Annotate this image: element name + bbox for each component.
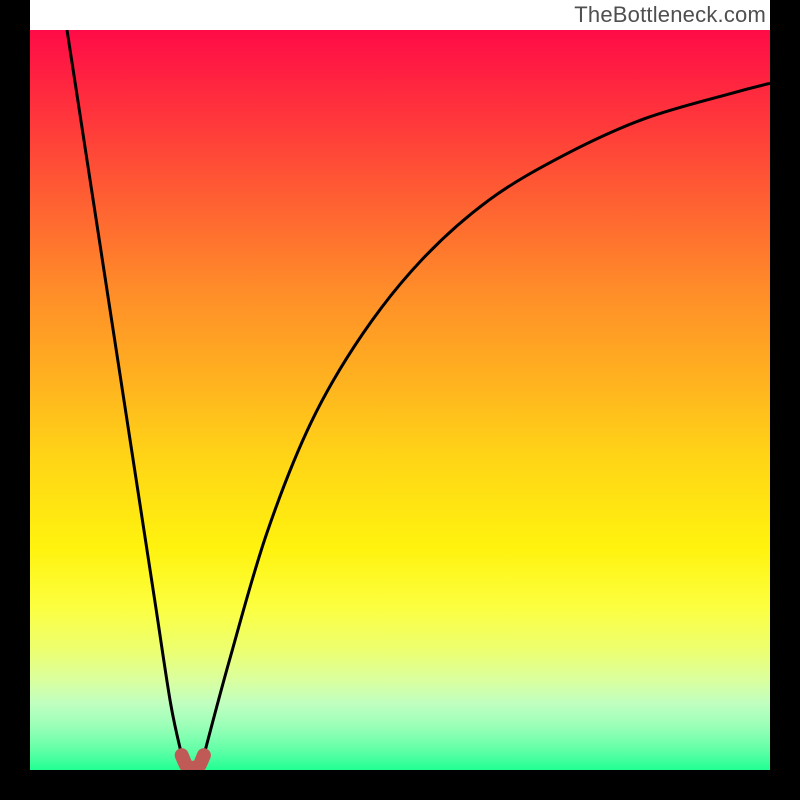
valley-marker-path bbox=[182, 755, 204, 768]
curves-svg bbox=[30, 30, 770, 770]
left-branch-path bbox=[67, 30, 182, 755]
chart-frame: TheBottleneck.com bbox=[0, 0, 800, 800]
watermark-bar: TheBottleneck.com bbox=[30, 0, 770, 30]
watermark-text: TheBottleneck.com bbox=[574, 2, 766, 28]
plot-area bbox=[30, 30, 770, 770]
right-branch-path bbox=[204, 83, 770, 755]
